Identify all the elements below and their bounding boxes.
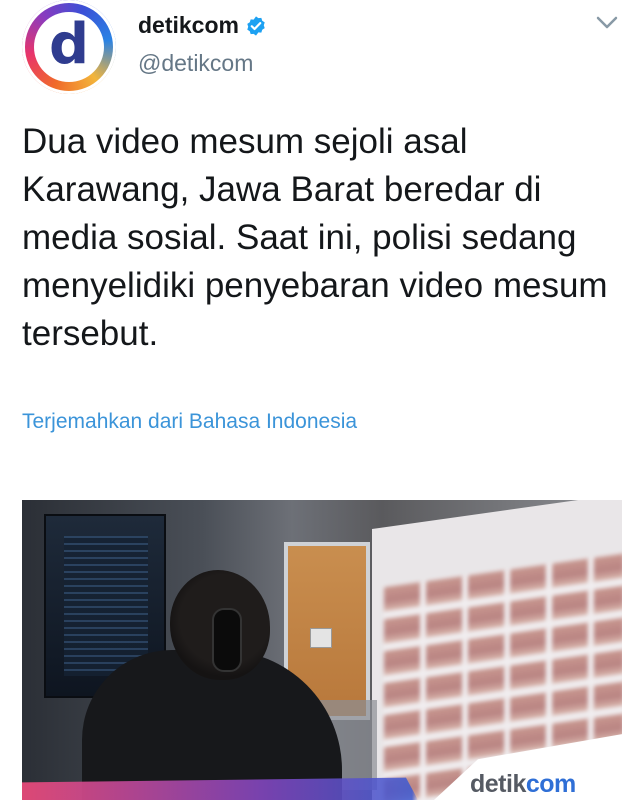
media-watermark: detikcom (470, 770, 576, 799)
translate-link[interactable]: Terjemahkan dari Bahasa Indonesia (22, 410, 357, 434)
tweet-text: Dua video mesum sejoli asal Karawang, Ja… (22, 122, 608, 353)
user-handle[interactable]: @detikcom (138, 50, 253, 77)
photo-headphones (212, 608, 242, 672)
tweet-media-image[interactable] (22, 500, 622, 800)
avatar-logo: d (34, 12, 104, 82)
photo-rack-lines (64, 536, 148, 676)
verified-badge-icon (245, 15, 267, 37)
chevron-down-icon[interactable] (596, 16, 618, 30)
photo-door-sign (310, 628, 332, 648)
avatar[interactable]: d (22, 0, 116, 94)
watermark-suffix: com (525, 770, 576, 798)
display-name[interactable]: detikcom (138, 12, 239, 39)
avatar-letter: d (48, 12, 90, 77)
watermark-prefix: detik (470, 770, 526, 798)
tweet-header: d detikcom @detikcom (0, 0, 640, 110)
name-row[interactable]: detikcom (138, 12, 267, 39)
